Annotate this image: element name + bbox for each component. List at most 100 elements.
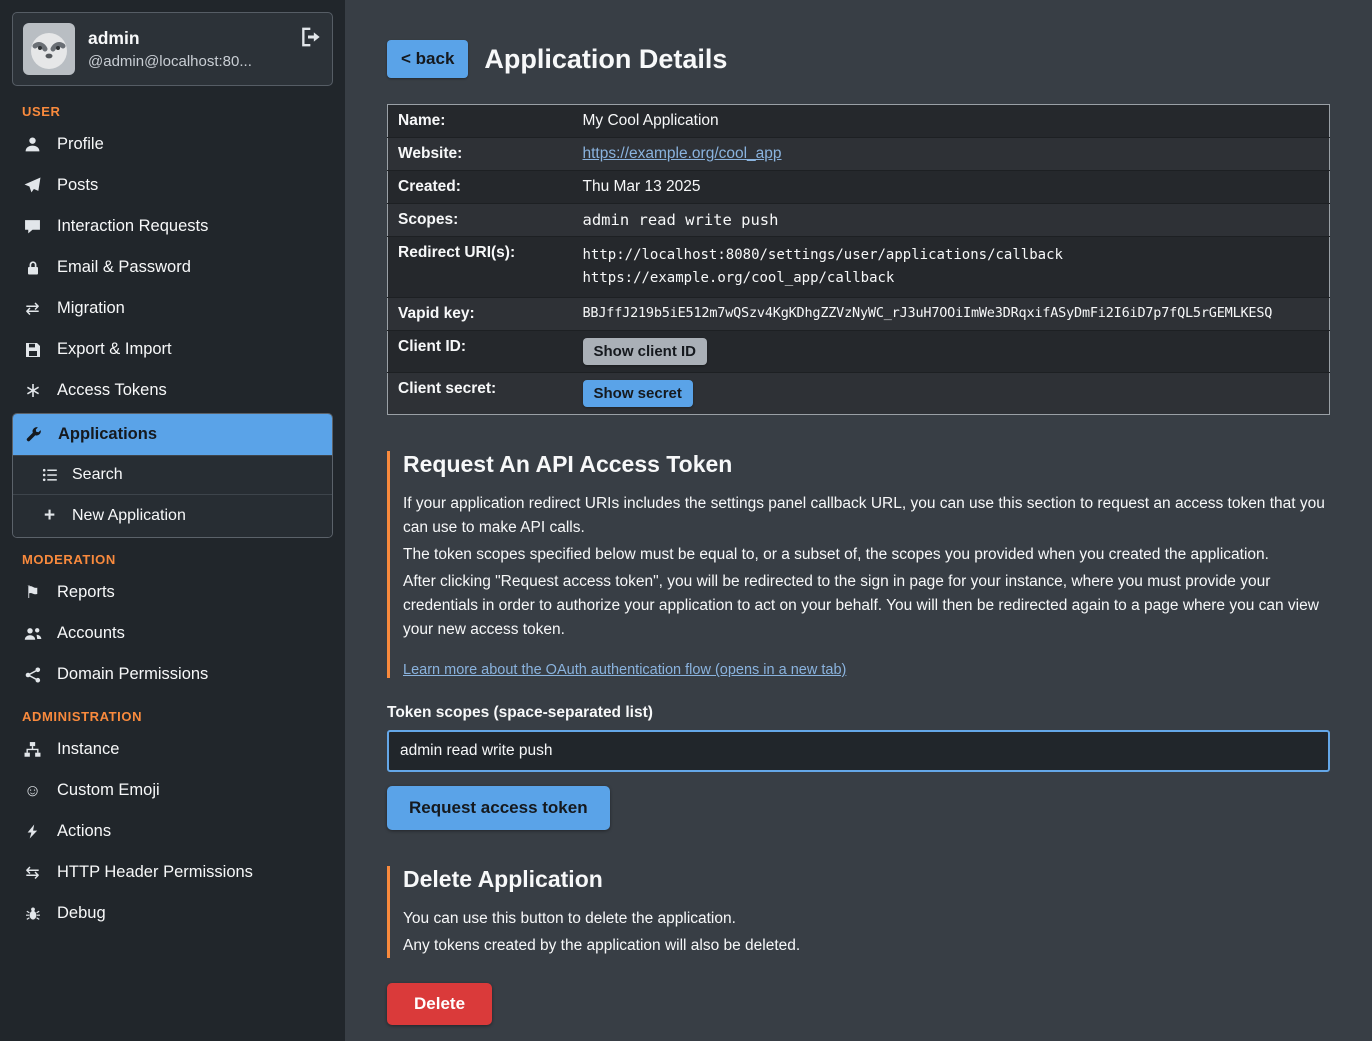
page-header: < back Application Details	[387, 40, 1330, 78]
avatar	[23, 23, 75, 75]
sidebar-section-administration: ADMINISTRATION	[22, 709, 323, 724]
application-details-table: Name: My Cool Application Website: https…	[387, 104, 1330, 415]
sidebar-item-label: Accounts	[57, 624, 125, 643]
sidebar-item-profile[interactable]: Profile	[12, 124, 333, 165]
redirect-uri-2: https://example.org/cool_app/callback	[583, 267, 1320, 290]
sidebar-item-label: Posts	[57, 176, 98, 195]
sidebar-item-label: Interaction Requests	[57, 217, 208, 236]
detail-label: Created:	[388, 171, 573, 204]
detail-value-redirect-uris: http://localhost:8080/settings/user/appl…	[573, 237, 1330, 298]
detail-value-name: My Cool Application	[573, 105, 1330, 138]
sidebar-section-user: USER	[22, 104, 323, 119]
sidebar-item-label: Profile	[57, 135, 104, 154]
delete-line-2: Any tokens created by the application wi…	[403, 934, 1330, 958]
sidebar-item-email-password[interactable]: Email & Password	[12, 247, 333, 288]
bolt-icon	[22, 824, 43, 839]
detail-label: Client ID:	[388, 331, 573, 373]
sidebar-section-moderation: MODERATION	[22, 552, 323, 567]
sidebar-item-label: New Application	[72, 507, 186, 525]
paper-plane-icon	[22, 177, 43, 194]
request-token-paragraph-2: The token scopes specified below must be…	[403, 543, 1330, 567]
sidebar-item-label: Email & Password	[57, 258, 191, 277]
show-secret-button[interactable]: Show secret	[583, 380, 693, 407]
request-token-paragraph-1: If your application redirect URIs includ…	[403, 492, 1330, 540]
sidebar-item-accounts[interactable]: Accounts	[12, 613, 333, 654]
sidebar-item-http-header-permissions[interactable]: ⇆ HTTP Header Permissions	[12, 852, 333, 893]
detail-row-name: Name: My Cool Application	[388, 105, 1330, 138]
sidebar-item-label: Debug	[57, 904, 106, 923]
sidebar-item-applications-new[interactable]: + New Application	[13, 494, 332, 537]
request-token-section: Request An API Access Token If your appl…	[387, 451, 1330, 678]
swap-arrows-icon: ⇆	[22, 864, 43, 881]
detail-row-vapid-key: Vapid key: BBJffJ219b5iE512m7wQSzv4KgKDh…	[388, 298, 1330, 331]
detail-row-client-id: Client ID: Show client ID	[388, 331, 1330, 373]
sidebar-item-applications[interactable]: Applications	[13, 414, 332, 455]
detail-label: Redirect URI(s):	[388, 237, 573, 298]
detail-label: Client secret:	[388, 373, 573, 415]
user-name: admin	[88, 28, 284, 49]
user-card: admin @admin@localhost:80...	[12, 12, 333, 86]
sitemap-icon	[22, 741, 43, 758]
wrench-icon	[23, 427, 44, 443]
sidebar-item-label: Search	[72, 466, 123, 484]
detail-label: Website:	[388, 138, 573, 171]
redirect-uri-1: http://localhost:8080/settings/user/appl…	[583, 244, 1320, 267]
bug-icon	[22, 906, 43, 922]
sidebar: admin @admin@localhost:80... USER Profil…	[0, 0, 345, 1041]
sidebar-item-debug[interactable]: Debug	[12, 893, 333, 934]
user-icon	[22, 136, 43, 153]
detail-label: Scopes:	[388, 204, 573, 237]
sidebar-item-instance[interactable]: Instance	[12, 729, 333, 770]
flag-icon: ⚑	[22, 584, 43, 601]
sidebar-item-label: Actions	[57, 822, 111, 841]
sidebar-item-label: Migration	[57, 299, 125, 318]
detail-value-vapid-key: BBJffJ219b5iE512m7wQSzv4KgKDhgZZVzNyWC_r…	[573, 298, 1330, 331]
token-scopes-input[interactable]	[387, 730, 1330, 772]
sidebar-item-label: Instance	[57, 740, 119, 759]
sign-out-icon[interactable]	[301, 27, 322, 47]
lock-icon	[22, 260, 43, 276]
delete-application-section: Delete Application You can use this butt…	[387, 866, 1330, 958]
list-icon	[39, 467, 60, 483]
user-meta: admin @admin@localhost:80...	[88, 28, 284, 70]
plus-icon: +	[39, 505, 60, 527]
main-content: < back Application Details Name: My Cool…	[345, 0, 1372, 1041]
delete-button[interactable]: Delete	[387, 983, 492, 1025]
detail-row-website: Website: https://example.org/cool_app	[388, 138, 1330, 171]
show-client-id-button[interactable]: Show client ID	[583, 338, 708, 365]
sidebar-item-access-tokens[interactable]: Access Tokens	[12, 370, 333, 411]
sidebar-item-posts[interactable]: Posts	[12, 165, 333, 206]
sidebar-item-label: HTTP Header Permissions	[57, 863, 253, 882]
sidebar-item-actions[interactable]: Actions	[12, 811, 333, 852]
sidebar-item-label: Applications	[58, 425, 157, 444]
token-scopes-label: Token scopes (space-separated list)	[387, 704, 1330, 722]
detail-row-redirect-uris: Redirect URI(s): http://localhost:8080/s…	[388, 237, 1330, 298]
oauth-docs-link[interactable]: Learn more about the OAuth authenticatio…	[403, 662, 846, 678]
detail-row-client-secret: Client secret: Show secret	[388, 373, 1330, 415]
sidebar-item-applications-search[interactable]: Search	[13, 455, 332, 494]
request-access-token-button[interactable]: Request access token	[387, 786, 610, 830]
page-title: Application Details	[484, 44, 727, 75]
sidebar-item-label: Reports	[57, 583, 115, 602]
delete-line-1: You can use this button to delete the ap…	[403, 907, 1330, 931]
sidebar-item-custom-emoji[interactable]: ☺ Custom Emoji	[12, 770, 333, 811]
asterisk-icon	[22, 383, 43, 399]
sidebar-item-export-import[interactable]: Export & Import	[12, 329, 333, 370]
detail-row-scopes: Scopes: admin read write push	[388, 204, 1330, 237]
back-button[interactable]: < back	[387, 40, 468, 78]
smiley-icon: ☺	[22, 782, 43, 799]
sidebar-item-reports[interactable]: ⚑ Reports	[12, 572, 333, 613]
sidebar-item-interaction-requests[interactable]: Interaction Requests	[12, 206, 333, 247]
detail-label: Vapid key:	[388, 298, 573, 331]
transfer-arrows-icon: ⇄	[22, 300, 43, 317]
share-nodes-icon	[22, 667, 43, 683]
sidebar-item-label: Access Tokens	[57, 381, 167, 400]
detail-label: Name:	[388, 105, 573, 138]
request-token-title: Request An API Access Token	[403, 451, 1330, 478]
sidebar-item-migration[interactable]: ⇄ Migration	[12, 288, 333, 329]
delete-application-title: Delete Application	[403, 866, 1330, 893]
users-icon	[22, 626, 43, 642]
website-link[interactable]: https://example.org/cool_app	[583, 145, 782, 162]
sidebar-item-label: Export & Import	[57, 340, 172, 359]
sidebar-item-domain-permissions[interactable]: Domain Permissions	[12, 654, 333, 695]
